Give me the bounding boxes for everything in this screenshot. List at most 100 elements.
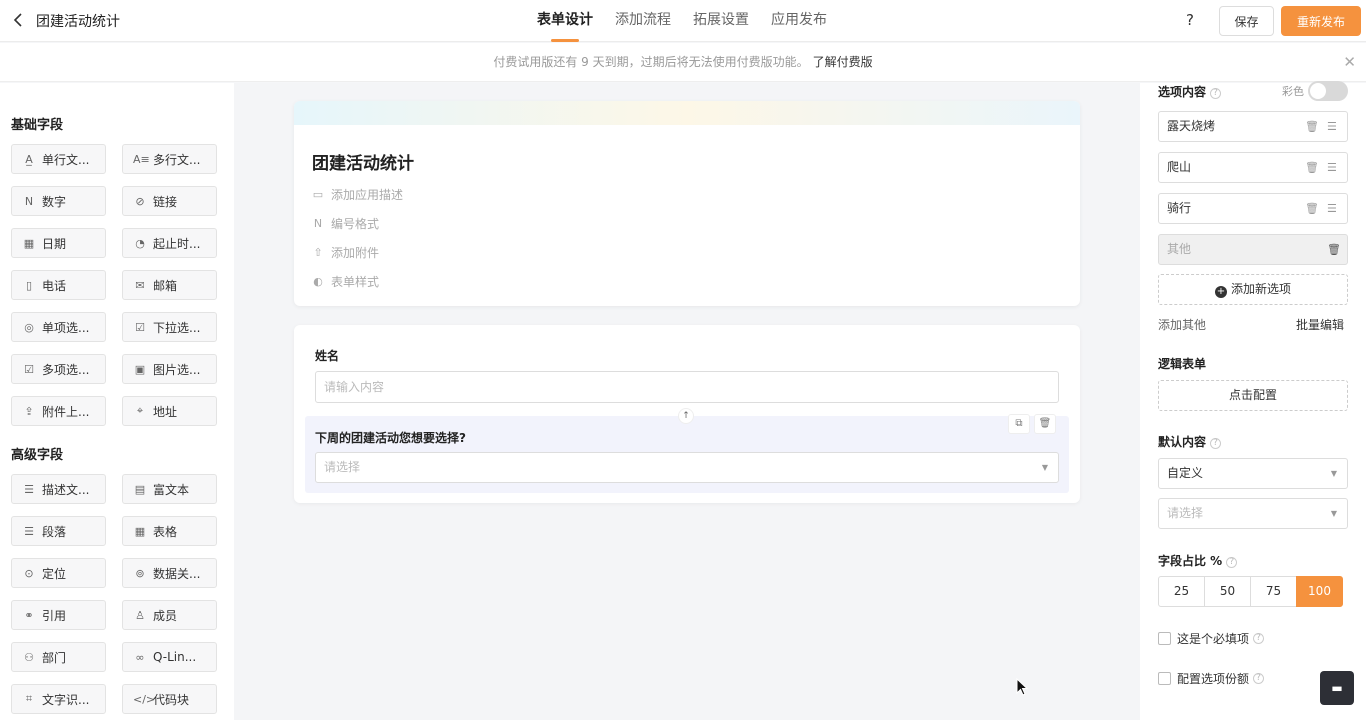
chat-icon[interactable]: ▬ — [1320, 671, 1354, 705]
add-attachment[interactable]: ⇧ 添加附件 — [312, 244, 379, 261]
default-content-text: 默认内容 — [1158, 435, 1207, 449]
option-item[interactable]: 爬山 🗑 ☰ — [1158, 152, 1348, 183]
width-option-25[interactable]: 25 — [1158, 576, 1205, 607]
default-type-select[interactable]: 自定义 ▼ — [1158, 458, 1348, 489]
field-type-button[interactable]: ▦ 表格 — [122, 516, 217, 546]
trash-icon[interactable]: 🗑 — [1327, 235, 1341, 264]
move-up-icon[interactable]: ↑ — [678, 408, 694, 424]
checkbox-box[interactable] — [1158, 632, 1171, 645]
close-icon[interactable]: ✕ — [1343, 43, 1356, 81]
tab-add-flow[interactable]: 添加流程 — [615, 0, 671, 42]
field-type-button[interactable]: ◎ 单项选... — [11, 312, 106, 342]
field-type-button[interactable]: ♙ 成员 — [122, 600, 217, 630]
activity-select[interactable]: 请选择 ▼ — [315, 452, 1059, 483]
field-type-button[interactable]: ⊙ 定位 — [11, 558, 106, 588]
field-type-button[interactable]: ◔ 起止时... — [122, 228, 217, 258]
question-icon: ? — [1210, 438, 1222, 449]
field-type-button[interactable]: ⇪ 附件上... — [11, 396, 106, 426]
field-type-label: 成员 — [153, 608, 178, 623]
drag-handle-icon[interactable]: ☰ — [1327, 153, 1337, 182]
checkbox-box[interactable] — [1158, 672, 1171, 685]
field-type-button[interactable]: ▤ 富文本 — [122, 474, 217, 504]
width-option-75[interactable]: 75 — [1250, 576, 1297, 607]
field-type-button[interactable]: ⌖ 地址 — [122, 396, 217, 426]
delete-icon[interactable]: 🗑 — [1034, 414, 1056, 434]
republish-button[interactable]: 重新发布 — [1281, 6, 1361, 36]
basic-fields-title: 基础字段 — [11, 118, 64, 133]
quota-checkbox[interactable]: 配置选项份额 ? — [1158, 670, 1265, 687]
width-option-100[interactable]: 100 — [1296, 576, 1343, 607]
trash-icon[interactable]: 🗑 — [1305, 194, 1319, 223]
field-type-button[interactable]: ⊚ 数据关... — [122, 558, 217, 588]
tab-extend-settings[interactable]: 拓展设置 — [693, 0, 749, 42]
form-style[interactable]: ◐ 表单样式 — [312, 273, 379, 290]
field-type-button[interactable]: ☰ 描述文... — [11, 474, 106, 504]
field-type-button[interactable]: N 数字 — [11, 186, 106, 216]
field-type-button[interactable]: A≡ 多行文... — [122, 144, 217, 174]
option-item[interactable]: 露天烧烤 🗑 ☰ — [1158, 111, 1348, 142]
tab-app-publish[interactable]: 应用发布 — [771, 0, 827, 42]
field-type-button[interactable]: ✉ 邮箱 — [122, 270, 217, 300]
field-width-title: 字段占比 %? — [1158, 552, 1238, 569]
paragraph-icon: ☰ — [24, 524, 34, 538]
tab-form-design[interactable]: 表单设计 — [537, 0, 593, 42]
calendar-icon: ▦ — [23, 236, 35, 250]
trash-icon[interactable]: 🗑 — [1305, 112, 1319, 141]
color-toggle[interactable] — [1308, 81, 1348, 101]
options-title: 选项内容? — [1158, 83, 1222, 100]
trash-icon[interactable]: 🗑 — [1305, 153, 1319, 182]
selected-question-block[interactable]: ↑ ⧉ 🗑 下周的团建活动您想要选择? 请选择 ▼ — [305, 408, 1069, 493]
add-other-link[interactable]: 添加其他 — [1158, 316, 1206, 333]
option-text: 骑行 — [1167, 201, 1192, 215]
learn-paid-link[interactable]: 了解付费版 — [813, 55, 873, 69]
help-icon[interactable]: ? — [1186, 11, 1194, 29]
add-option-button[interactable]: + 添加新选项 — [1158, 274, 1348, 305]
field-type-label: 表格 — [153, 524, 178, 539]
chevron-down-icon: ▼ — [1330, 469, 1337, 478]
main-tabs: 表单设计 添加流程 拓展设置 应用发布 — [537, 0, 849, 42]
radio-icon: ◎ — [24, 320, 34, 334]
drag-handle-icon[interactable]: ☰ — [1327, 194, 1337, 223]
field-type-button[interactable]: ▣ 图片选... — [122, 354, 217, 384]
add-description-label: 添加应用描述 — [331, 188, 404, 202]
field-type-label: 图片选... — [153, 362, 201, 377]
default-value-select[interactable]: 请选择 ▼ — [1158, 498, 1348, 529]
add-description[interactable]: ▭ 添加应用描述 — [312, 186, 403, 203]
back-arrow-icon[interactable] — [8, 10, 28, 30]
field-type-button[interactable]: ☑ 下拉选... — [122, 312, 217, 342]
field-type-button[interactable]: ⚭ 引用 — [11, 600, 106, 630]
save-button[interactable]: 保存 — [1219, 6, 1274, 36]
option-item[interactable]: 骑行 🗑 ☰ — [1158, 193, 1348, 224]
batch-edit-link[interactable]: 批量编辑 — [1296, 316, 1344, 333]
number-icon: N — [24, 194, 34, 208]
copy-icon[interactable]: ⧉ — [1008, 414, 1030, 434]
name-input[interactable] — [315, 371, 1059, 403]
drag-handle-icon[interactable]: ☰ — [1327, 112, 1337, 141]
logic-config-button[interactable]: 点击配置 — [1158, 380, 1348, 411]
field-type-label: 富文本 — [153, 482, 190, 497]
width-option-50[interactable]: 50 — [1204, 576, 1251, 607]
required-checkbox[interactable]: 这是个必填项 ? — [1158, 630, 1265, 647]
options-title-text: 选项内容 — [1158, 85, 1207, 99]
activity-select-placeholder: 请选择 — [324, 460, 361, 474]
field-width-segment: 25 50 75 100 — [1158, 576, 1343, 607]
form-style-label: 表单样式 — [331, 275, 380, 289]
field-type-button[interactable]: ⚇ 部门 — [11, 642, 106, 672]
field-type-button[interactable]: A̲ 单行文... — [11, 144, 106, 174]
field-type-button[interactable]: ☰ 段落 — [11, 516, 106, 546]
field-type-button[interactable]: </> 代码块 — [122, 684, 217, 714]
field-type-button[interactable]: ☑ 多项选... — [11, 354, 106, 384]
quota-label: 配置选项份额 — [1177, 672, 1250, 686]
form-title[interactable]: 团建活动统计 — [312, 149, 414, 174]
field-type-label: 下拉选... — [153, 320, 201, 335]
number-format[interactable]: N 编号格式 — [312, 215, 379, 232]
field-type-button[interactable]: ▦ 日期 — [11, 228, 106, 258]
field-type-button[interactable]: ∞ Q-Lin... — [122, 642, 217, 672]
field-type-button[interactable]: ⊘ 链接 — [122, 186, 217, 216]
field-type-button[interactable]: ⌗ 文字识... — [11, 684, 106, 714]
field-type-label: 链接 — [153, 194, 178, 209]
required-label: 这是个必填项 — [1177, 632, 1250, 646]
field-type-button[interactable]: ▯ 电话 — [11, 270, 106, 300]
field-palette: 基础字段 A̲ 单行文... A≡ 多行文... N 数字 ⊘ 链接 ▦ 日期 ◔ 起止时... ▯ 电话… — [0, 83, 234, 720]
field-type-label: 邮箱 — [153, 278, 178, 293]
